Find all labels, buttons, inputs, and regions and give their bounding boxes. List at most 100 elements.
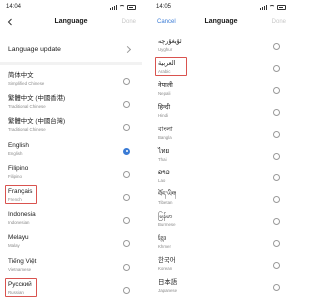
status-icons [110, 4, 136, 10]
language-english-name: Lao [158, 178, 166, 184]
language-row[interactable]: 简体中文 Simplified Chinese [0, 70, 142, 93]
language-english-name: Malay [8, 243, 20, 249]
radio-unchecked-icon[interactable] [123, 170, 130, 178]
radio-unchecked-icon[interactable] [273, 130, 280, 138]
radio-unchecked-icon[interactable] [123, 240, 130, 248]
language-row[interactable]: བོད་ཡིག Tibetan [150, 189, 292, 211]
language-row[interactable]: ລາວ Lao [150, 167, 292, 189]
left-screen: 14:04 Language Done Language update 简体中文… [0, 0, 142, 300]
done-button[interactable]: Done [272, 18, 286, 26]
language-english-name: Burmese [158, 222, 176, 228]
battery-icon [277, 4, 286, 10]
language-english-name: Khmer [158, 244, 171, 250]
radio-unchecked-icon[interactable] [273, 262, 280, 269]
language-english-name: Bangla [158, 134, 172, 140]
language-row[interactable]: 한국어 Korean [150, 255, 292, 277]
language-english-name: Nepali [158, 90, 171, 96]
status-time: 14:04 [6, 4, 22, 10]
radio-unchecked-icon[interactable] [123, 217, 130, 225]
language-english-name: Vietnamese [8, 266, 32, 272]
highlight-box [5, 185, 37, 204]
language-name: 繁體中文 (中國台灣) [8, 118, 66, 126]
radio-unchecked-icon[interactable] [123, 194, 130, 201]
language-row[interactable]: Melayu Malay [0, 232, 142, 255]
language-row[interactable]: 繁體中文 (中國台灣) Traditional Chinese [0, 116, 142, 139]
highlight-box [155, 56, 187, 76]
radio-checked-icon[interactable] [123, 147, 130, 155]
language-name: 繁體中文 (中國香港) [8, 95, 66, 103]
language-row[interactable]: Tiếng Việt Vietnamese [0, 256, 142, 279]
radio-unchecked-icon[interactable] [273, 64, 280, 72]
status-bar: 14:05 [150, 0, 292, 14]
language-row[interactable]: ខ្មែរ Khmer [150, 233, 292, 255]
language-name: ئۇيغۇرچە [158, 38, 182, 45]
language-row[interactable]: বাংলা Bangla [150, 124, 292, 146]
radio-unchecked-icon[interactable] [123, 78, 130, 85]
language-english-name: Tibetan [158, 200, 173, 206]
language-name: ไทย [158, 147, 170, 155]
nav-bar: Language Done [0, 14, 142, 30]
language-name: Indonesia [8, 211, 36, 219]
language-name: Tiếng Việt [8, 257, 37, 265]
radio-unchecked-icon[interactable] [123, 286, 130, 294]
signal-icon [260, 4, 267, 10]
radio-unchecked-icon[interactable] [273, 196, 280, 204]
language-row[interactable]: ไทย Thai [150, 146, 292, 168]
language-english-name: English [8, 150, 23, 156]
wifi-icon [269, 4, 275, 10]
language-name: 简体中文 [8, 72, 34, 79]
language-english-name: Japanese [158, 287, 178, 293]
language-row[interactable]: Filipino Filipino [0, 163, 142, 186]
language-row[interactable]: ئۇيغۇرچە Uyghur [150, 36, 292, 58]
radio-unchecked-icon[interactable] [273, 152, 280, 160]
language-english-name: Hindi [158, 112, 169, 118]
language-english-name: Simplified Chinese [8, 81, 45, 86]
status-time: 14:05 [156, 4, 172, 10]
done-button[interactable]: Done [122, 18, 136, 26]
radio-unchecked-icon[interactable] [123, 124, 130, 132]
language-row[interactable]: မြန်မာ Burmese [150, 211, 292, 233]
radio-unchecked-icon[interactable] [273, 43, 280, 50]
radio-unchecked-icon[interactable] [273, 86, 280, 94]
language-update-row[interactable]: Language update [0, 40, 142, 60]
language-row[interactable]: Русский Russian [0, 277, 142, 300]
radio-unchecked-icon[interactable] [273, 240, 280, 248]
language-row[interactable]: العربية Arabic [150, 56, 292, 80]
panel-gap [142, 0, 150, 300]
divider [0, 62, 142, 65]
language-name: Melayu [8, 234, 29, 242]
language-english-name: Thai [158, 156, 167, 162]
radio-unchecked-icon[interactable] [273, 218, 280, 226]
language-row[interactable]: 日本語 Japanese [150, 277, 292, 299]
language-english-name: Indonesian [8, 220, 30, 226]
language-row[interactable]: Français French [0, 185, 142, 209]
language-row[interactable]: English English [0, 140, 142, 163]
language-row[interactable]: Indonesia Indonesian [0, 209, 142, 232]
screenshot-pair: 14:04 Language Done Language update 简体中文… [0, 0, 292, 300]
wifi-icon [119, 4, 125, 10]
language-update-label: Language update [8, 46, 61, 53]
status-icons [260, 4, 286, 10]
status-bar: 14:04 [0, 0, 142, 14]
language-row[interactable]: 繁體中文 (中國香港) Traditional Chinese [0, 93, 142, 116]
language-name: हिन्दी [158, 103, 171, 111]
language-name: বাংলা [158, 125, 173, 133]
language-english-name: Korean [158, 266, 173, 271]
right-screen: 14:05 Cancel Language Done ئۇيغۇرچە Uyghu… [150, 0, 292, 300]
language-name: English [8, 141, 29, 149]
radio-unchecked-icon[interactable] [273, 108, 280, 116]
radio-unchecked-icon[interactable] [123, 263, 130, 271]
language-name: नेपाली [158, 81, 173, 89]
language-english-name: Traditional Chinese [8, 127, 46, 133]
language-english-name: Uyghur [158, 47, 173, 52]
language-row[interactable]: नेपाली Nepali [150, 80, 292, 102]
language-english-name: Filipino [8, 173, 22, 179]
language-name: မြန်မာ [158, 213, 173, 221]
radio-unchecked-icon[interactable] [273, 283, 280, 291]
language-row[interactable]: हिन्दी Hindi [150, 102, 292, 124]
language-name: བོད་ཡིག [158, 191, 177, 199]
language-name: ខ្មែរ [158, 235, 167, 243]
radio-unchecked-icon[interactable] [273, 174, 280, 182]
signal-icon [110, 4, 117, 10]
radio-unchecked-icon[interactable] [123, 101, 130, 109]
